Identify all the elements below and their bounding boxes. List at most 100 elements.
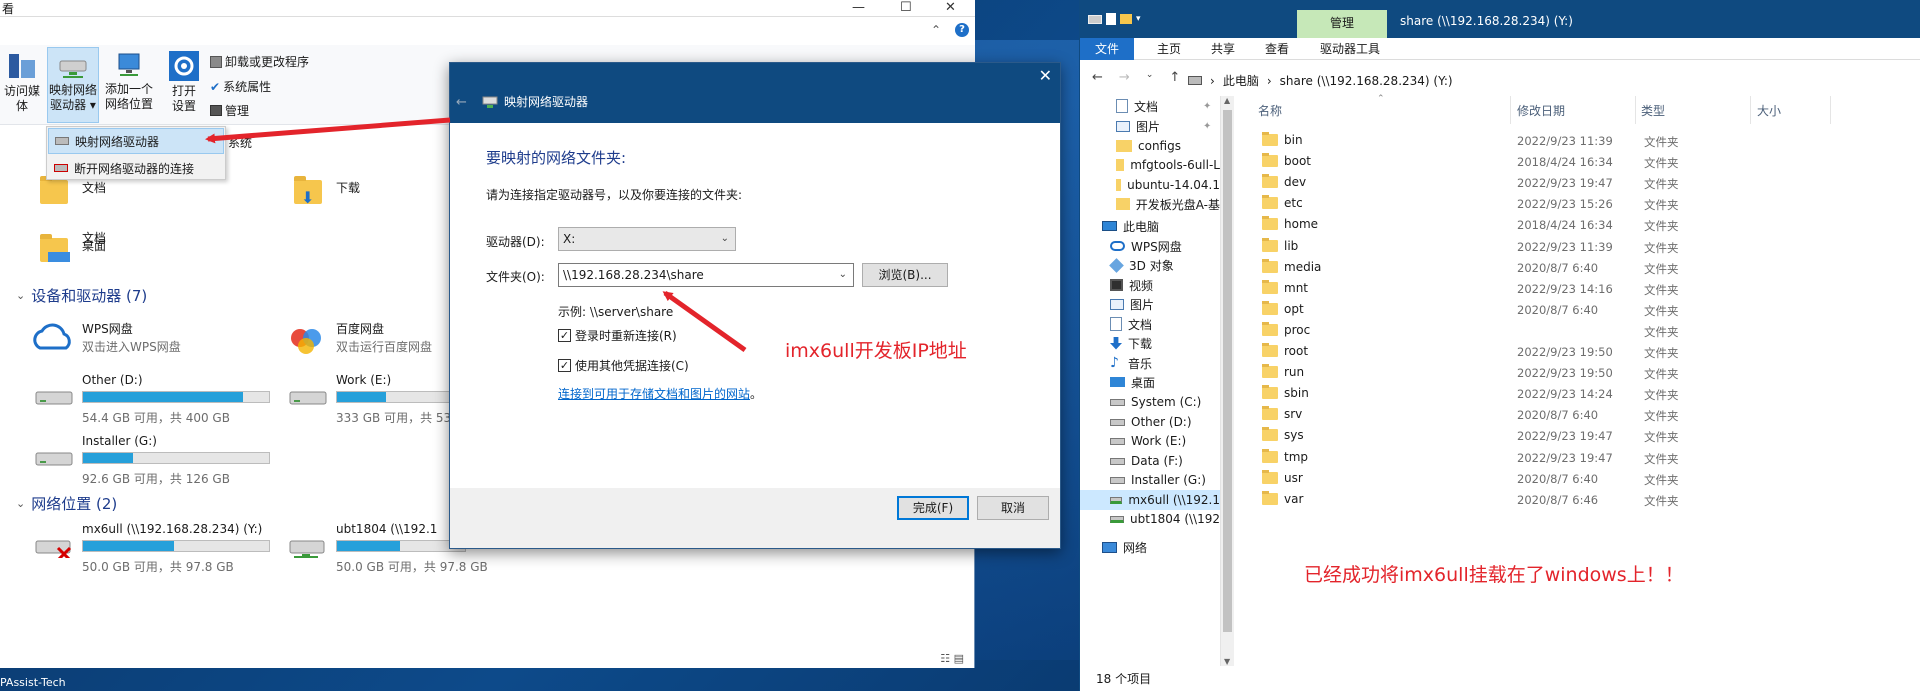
file-row[interactable]: tmp 2022/9/23 19:47 文件夹 bbox=[1262, 448, 1920, 468]
finish-button[interactable]: 完成(F) bbox=[897, 496, 969, 520]
cancel-button[interactable]: 取消 bbox=[977, 496, 1049, 520]
column-header-name[interactable]: 名称 bbox=[1258, 102, 1282, 119]
other-credentials-checkbox[interactable]: ✓ bbox=[558, 359, 571, 372]
file-row[interactable]: var 2020/8/7 6:46 文件夹 bbox=[1262, 490, 1920, 510]
nav-scrollbar[interactable]: ▲ ▼ bbox=[1220, 96, 1234, 666]
nav-item[interactable]: ubuntu-14.04.1 bbox=[1080, 175, 1220, 195]
tab-home[interactable]: 主页 bbox=[1146, 38, 1192, 60]
nav-item[interactable]: ubt1804 (\\192 bbox=[1080, 509, 1220, 529]
nav-item[interactable]: 3D 对象 bbox=[1080, 255, 1220, 275]
column-separator[interactable] bbox=[1750, 96, 1751, 124]
folder-path-combobox[interactable]: \\192.168.28.234\share ⌄ bbox=[558, 263, 854, 287]
help-icon[interactable]: ? bbox=[955, 23, 969, 37]
breadcrumb[interactable]: › 此电脑 › share (\\192.168.28.234) (Y:) bbox=[1188, 72, 1453, 89]
network-section-header[interactable]: ⌄ 网络位置 (2) bbox=[16, 493, 117, 514]
file-row[interactable]: run 2022/9/23 19:50 文件夹 bbox=[1262, 363, 1920, 383]
reconnect-checkbox[interactable]: ✓ bbox=[558, 329, 571, 342]
file-row[interactable]: proc 文件夹 bbox=[1262, 321, 1920, 341]
tab-view[interactable]: 查看 bbox=[1254, 38, 1300, 60]
nav-item[interactable]: 此电脑 bbox=[1080, 216, 1220, 236]
scroll-up-icon[interactable]: ▲ bbox=[1224, 96, 1230, 105]
recent-dropdown-icon[interactable]: ⌄ bbox=[1146, 70, 1154, 85]
nav-item[interactable]: 图片 bbox=[1080, 294, 1220, 314]
folder-tile-desktop[interactable]: 桌面 bbox=[34, 234, 234, 274]
column-header-date[interactable]: 修改日期 bbox=[1517, 102, 1565, 119]
maximize-icon[interactable]: ☐ bbox=[900, 0, 912, 15]
nav-item[interactable]: mfgtools-6ull-L bbox=[1080, 155, 1220, 175]
nav-scrollbar-thumb[interactable] bbox=[1223, 110, 1232, 632]
nav-item[interactable]: mx6ull (\\192.1 bbox=[1080, 490, 1220, 510]
other-credentials-checkbox-row[interactable]: ✓ 使用其他凭据连接(C) bbox=[558, 357, 689, 374]
devices-section-header[interactable]: ⌄ 设备和驱动器 (7) bbox=[16, 285, 147, 306]
add-network-location-button[interactable]: 添加一个 网络位置 bbox=[101, 47, 157, 117]
nav-item[interactable]: 网络 bbox=[1080, 537, 1220, 557]
nav-item[interactable]: WPS网盘 bbox=[1080, 236, 1220, 256]
file-row[interactable]: media 2020/8/7 6:40 文件夹 bbox=[1262, 258, 1920, 278]
scroll-down-icon[interactable]: ▼ bbox=[1224, 657, 1230, 666]
collapse-ribbon-icon[interactable]: ⌃ bbox=[931, 23, 941, 37]
file-row[interactable]: sys 2022/9/23 19:47 文件夹 bbox=[1262, 426, 1920, 446]
file-row[interactable]: opt 2020/8/7 6:40 文件夹 bbox=[1262, 300, 1920, 320]
customize-toolbar-icon[interactable]: ▾ bbox=[1136, 14, 1141, 24]
access-media-button[interactable]: 访问媒体 bbox=[0, 47, 44, 117]
nav-item[interactable]: 文档 bbox=[1080, 314, 1220, 334]
nav-item[interactable]: 下载 bbox=[1080, 333, 1220, 353]
file-row[interactable]: lib 2022/9/23 11:39 文件夹 bbox=[1262, 237, 1920, 257]
new-folder-icon[interactable] bbox=[1120, 14, 1132, 24]
nav-item[interactable]: 视频 bbox=[1080, 275, 1220, 295]
system-properties-button[interactable]: ✔ 系统属性 bbox=[210, 78, 271, 95]
menu-item-map-drive[interactable]: 映射网络驱动器 bbox=[48, 128, 224, 154]
uninstall-program-button[interactable]: 卸载或更改程序 bbox=[210, 53, 309, 70]
file-row[interactable]: mnt 2022/9/23 14:16 文件夹 bbox=[1262, 279, 1920, 299]
drive-tile-other-d[interactable]: Other (D:) 54.4 GB 可用，共 400 GB bbox=[30, 373, 280, 425]
file-row[interactable]: dev 2022/9/23 19:47 文件夹 bbox=[1262, 173, 1920, 193]
file-row[interactable]: etc 2022/9/23 15:26 文件夹 bbox=[1262, 194, 1920, 214]
close-icon[interactable]: ✕ bbox=[1039, 66, 1052, 85]
column-separator[interactable] bbox=[1635, 96, 1636, 124]
file-row[interactable]: usr 2020/8/7 6:40 文件夹 bbox=[1262, 469, 1920, 489]
column-header-type[interactable]: 类型 bbox=[1641, 102, 1665, 119]
file-row[interactable]: srv 2020/8/7 6:40 文件夹 bbox=[1262, 405, 1920, 425]
tab-share[interactable]: 共享 bbox=[1200, 38, 1246, 60]
file-row[interactable]: root 2022/9/23 19:50 文件夹 bbox=[1262, 342, 1920, 362]
desktop-icon-label[interactable]: PAssist-Tech bbox=[0, 676, 66, 689]
tab-drive-tools[interactable]: 驱动器工具 bbox=[1306, 38, 1394, 60]
column-separator[interactable] bbox=[1510, 96, 1511, 124]
column-separator[interactable] bbox=[1830, 96, 1831, 124]
close-icon[interactable]: ✕ bbox=[945, 0, 956, 15]
nav-item[interactable]: ♪ 音乐 bbox=[1080, 353, 1220, 373]
browse-button[interactable]: 浏览(B)... bbox=[862, 263, 948, 287]
nav-item[interactable]: 文档 ✦ bbox=[1080, 96, 1220, 116]
breadcrumb-this-pc[interactable]: 此电脑 bbox=[1223, 72, 1259, 89]
nav-item[interactable]: 开发板光盘A-基 bbox=[1080, 194, 1220, 214]
forward-arrow-icon[interactable]: → bbox=[1119, 70, 1130, 85]
file-row[interactable]: boot 2018/4/24 16:34 文件夹 bbox=[1262, 152, 1920, 172]
back-arrow-icon[interactable]: ← bbox=[456, 95, 467, 110]
drive-tile-wps[interactable]: WPS网盘 双击进入WPS网盘 bbox=[30, 320, 270, 360]
nav-item[interactable]: 图片 ✦ bbox=[1080, 116, 1220, 136]
nav-item[interactable]: Work (E:) bbox=[1080, 431, 1220, 451]
column-header-size[interactable]: 大小 bbox=[1757, 102, 1781, 119]
nav-item[interactable]: 桌面 bbox=[1080, 372, 1220, 392]
properties-icon[interactable] bbox=[1106, 13, 1116, 25]
nav-item[interactable]: Other (D:) bbox=[1080, 412, 1220, 432]
drive-tile-installer-g[interactable]: Installer (G:) 92.6 GB 可用，共 126 GB bbox=[30, 434, 280, 486]
file-row[interactable]: bin 2022/9/23 11:39 文件夹 bbox=[1262, 131, 1920, 151]
breadcrumb-share[interactable]: share (\\192.168.28.234) (Y:) bbox=[1280, 74, 1453, 88]
website-link[interactable]: 连接到可用于存储文档和图片的网站 bbox=[558, 387, 750, 401]
map-network-drive-button[interactable]: 映射网络 驱动器 ▾ bbox=[47, 47, 99, 123]
file-row[interactable]: sbin 2022/9/23 14:24 文件夹 bbox=[1262, 384, 1920, 404]
menu-item-disconnect[interactable]: 断开网络驱动器的连接 bbox=[48, 155, 224, 181]
pin-icon[interactable]: ✦ bbox=[1203, 101, 1211, 112]
back-arrow-icon[interactable]: ← bbox=[1092, 70, 1103, 85]
reconnect-checkbox-row[interactable]: ✓ 登录时重新连接(R) bbox=[558, 327, 677, 344]
folder-tile-documents[interactable]: 文档 bbox=[34, 176, 234, 245]
nav-item[interactable]: Data (F:) bbox=[1080, 451, 1220, 471]
nav-item[interactable]: System (C:) bbox=[1080, 392, 1220, 412]
file-row[interactable]: home 2018/4/24 16:34 文件夹 bbox=[1262, 215, 1920, 235]
tab-file[interactable]: 文件 bbox=[1080, 38, 1134, 60]
manage-context-tab[interactable]: 管理 bbox=[1297, 10, 1387, 38]
drive-letter-select[interactable]: X: ⌄ bbox=[558, 227, 736, 251]
pin-icon[interactable]: ✦ bbox=[1203, 121, 1211, 132]
network-drive-mx6ull[interactable]: mx6ull (\\192.168.28.234) (Y:) 50.0 GB 可… bbox=[30, 522, 280, 574]
